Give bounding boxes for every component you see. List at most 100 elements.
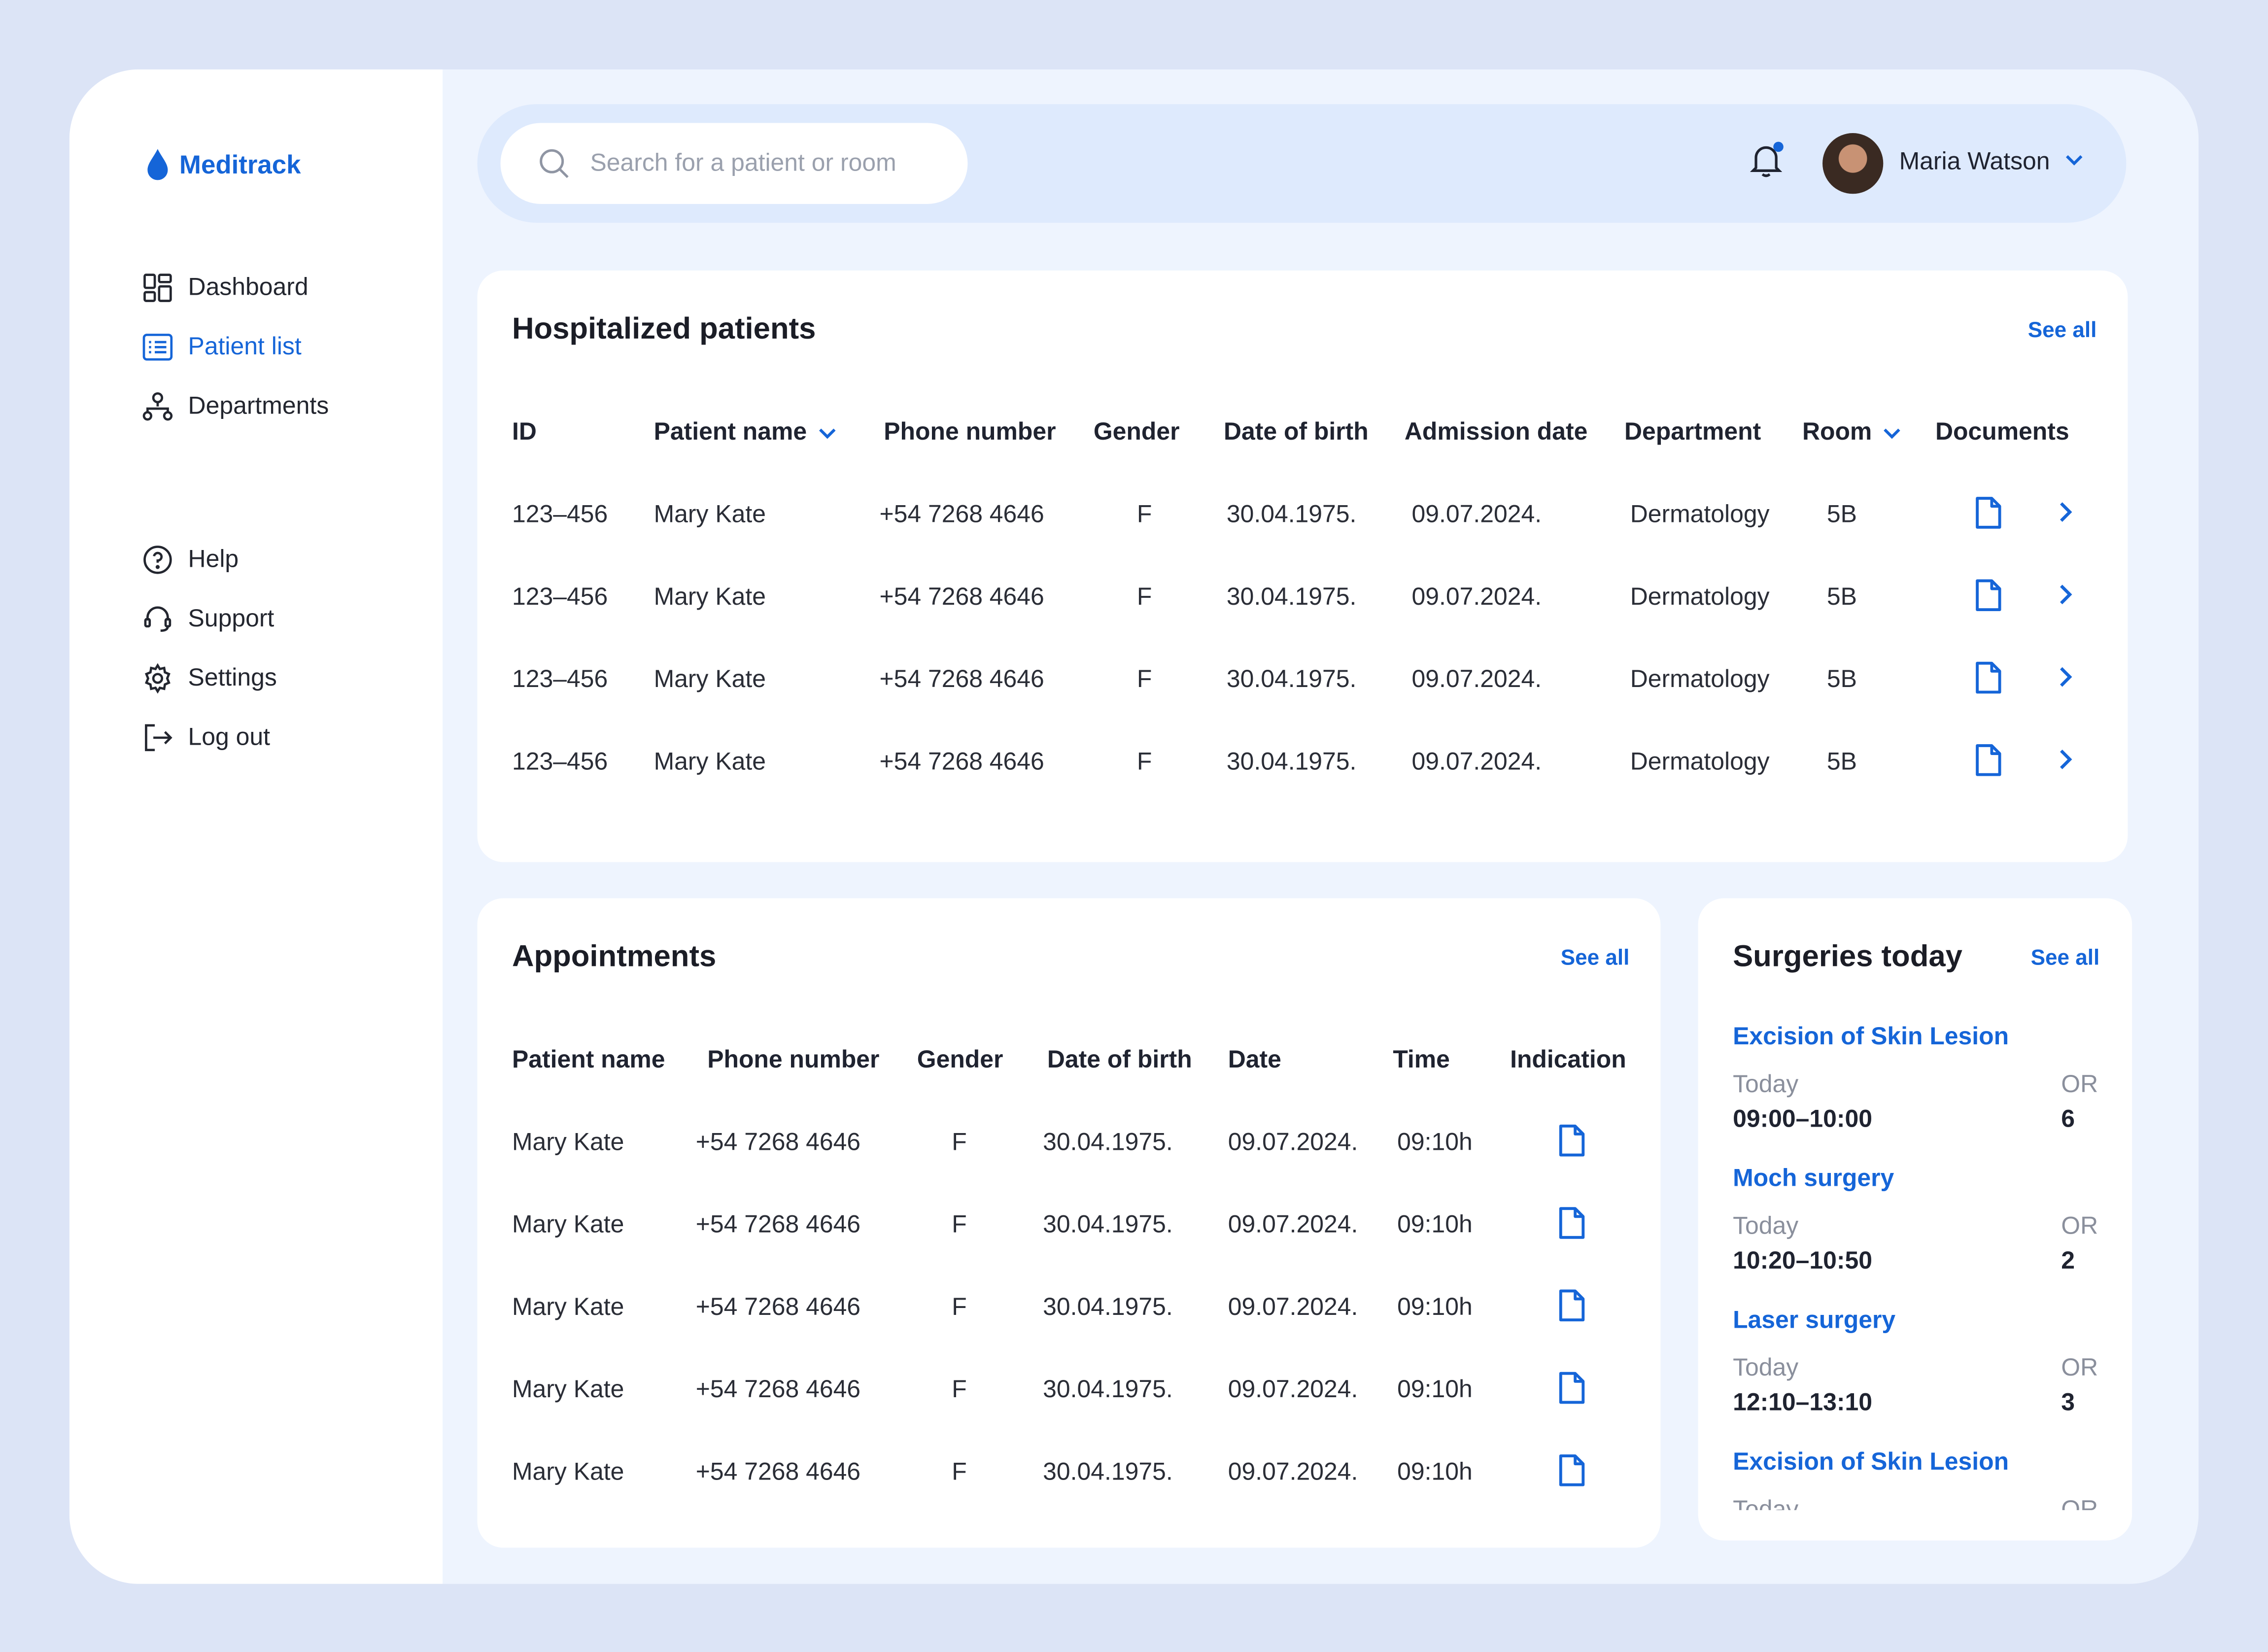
user-name[interactable]: Maria Watson bbox=[1899, 147, 2050, 176]
document-icon[interactable] bbox=[1558, 1124, 1585, 1157]
surgery-name[interactable]: Excision of Skin Lesion bbox=[1733, 1023, 2009, 1052]
column-header-patient-name[interactable]: Patient name bbox=[654, 418, 839, 447]
column-header-label: Patient name bbox=[512, 1045, 665, 1073]
column-header-label: Date of birth bbox=[1047, 1045, 1192, 1073]
search-bar[interactable] bbox=[500, 123, 968, 204]
cell-department: Dermatology bbox=[1630, 500, 1770, 528]
surgery-or-label: OR bbox=[2061, 1354, 2098, 1381]
column-header-admission[interactable]: Admission date bbox=[1405, 418, 1588, 447]
column-header-department[interactable]: Department bbox=[1624, 418, 1761, 447]
document-icon[interactable] bbox=[1974, 661, 2002, 694]
cell-patient-name: Mary Kate bbox=[512, 1293, 624, 1321]
cell-id: 123–456 bbox=[512, 500, 608, 528]
sidebar-item-label: Patient list bbox=[188, 333, 302, 360]
sidebar-item-support[interactable]: Support bbox=[142, 603, 275, 635]
column-header-gender[interactable]: Gender bbox=[917, 1046, 1003, 1075]
surgery-name[interactable]: Excision of Skin Lesion bbox=[1733, 1448, 2009, 1477]
notification-dot bbox=[1773, 141, 1784, 152]
surgeries-today-card: Surgeries today See all Excision of Skin… bbox=[1698, 898, 2132, 1541]
column-header-label: Admission date bbox=[1404, 418, 1588, 446]
help-icon bbox=[143, 546, 172, 574]
column-header-label: Time bbox=[1393, 1045, 1450, 1073]
chevron-right-icon[interactable] bbox=[2057, 665, 2074, 688]
document-icon[interactable] bbox=[1558, 1371, 1585, 1405]
sidebar-item-settings[interactable]: Settings bbox=[142, 662, 277, 694]
card-title: Appointments bbox=[512, 940, 717, 974]
column-header-room[interactable]: Room bbox=[1802, 418, 1904, 447]
cell-date: 09.07.2024. bbox=[1228, 1376, 1358, 1403]
cell-patient-name: Mary Kate bbox=[512, 1210, 624, 1239]
sidebar-item-dashboard[interactable]: Dashboard bbox=[142, 272, 309, 304]
surgery-name[interactable]: Moch surgery bbox=[1733, 1165, 1894, 1194]
sidebar-item-label: Support bbox=[188, 604, 275, 632]
sidebar-item-patient-list[interactable]: Patient list bbox=[142, 331, 302, 363]
surgery-day: Today bbox=[1733, 1495, 1799, 1511]
column-header-gender[interactable]: Gender bbox=[1094, 418, 1180, 447]
column-header-time[interactable]: Time bbox=[1393, 1046, 1450, 1075]
cell-id: 123–456 bbox=[512, 748, 608, 776]
column-header-phone[interactable]: Phone number bbox=[884, 418, 1056, 447]
column-header-phone[interactable]: Phone number bbox=[707, 1046, 879, 1075]
see-all-link[interactable]: See all bbox=[2028, 318, 2097, 343]
cell-time: 09:10h bbox=[1397, 1210, 1473, 1239]
sidebar-item-logout[interactable]: Log out bbox=[142, 722, 270, 754]
surgery-day: Today bbox=[1733, 1354, 1799, 1381]
card-title: Hospitalized patients bbox=[512, 312, 816, 346]
sidebar-item-help[interactable]: Help bbox=[142, 544, 239, 576]
gear-icon bbox=[144, 663, 171, 694]
cell-dob: 30.04.1975. bbox=[1043, 1128, 1173, 1156]
column-header-indication[interactable]: Indication bbox=[1510, 1046, 1626, 1075]
cell-date: 09.07.2024. bbox=[1228, 1293, 1358, 1321]
surgery-or-number: 2 bbox=[2061, 1246, 2075, 1274]
document-icon[interactable] bbox=[1974, 496, 2002, 530]
chevron-right-icon[interactable] bbox=[2057, 500, 2074, 523]
notifications-button[interactable] bbox=[1750, 141, 1784, 185]
logo[interactable]: Meditrack bbox=[144, 147, 301, 182]
column-header-dob[interactable]: Date of birth bbox=[1047, 1046, 1192, 1075]
cell-admission-date: 09.07.2024. bbox=[1411, 500, 1542, 528]
sidebar-item-departments[interactable]: Departments bbox=[142, 390, 329, 422]
cell-phone: +54 7268 4646 bbox=[695, 1210, 861, 1239]
column-header-label: Gender bbox=[917, 1045, 1003, 1073]
cell-dob: 30.04.1975. bbox=[1226, 748, 1357, 776]
chevron-down-icon[interactable] bbox=[2062, 147, 2086, 171]
column-header-id[interactable]: ID bbox=[512, 418, 537, 447]
cell-date: 09.07.2024. bbox=[1228, 1128, 1358, 1156]
see-all-link[interactable]: See all bbox=[2031, 946, 2100, 970]
search-input[interactable] bbox=[587, 147, 940, 179]
cell-room: 5B bbox=[1826, 583, 1857, 611]
column-header-documents[interactable]: Documents bbox=[1935, 418, 2069, 447]
surgery-time: 12:10–13:10 bbox=[1733, 1388, 1873, 1416]
cell-gender: F bbox=[952, 1128, 967, 1156]
cell-phone: +54 7268 4646 bbox=[695, 1293, 861, 1321]
cell-patient-name: Mary Kate bbox=[512, 1458, 624, 1486]
avatar[interactable] bbox=[1822, 133, 1884, 194]
chevron-right-icon[interactable] bbox=[2057, 748, 2074, 771]
document-icon[interactable] bbox=[1558, 1206, 1585, 1240]
cell-dob: 30.04.1975. bbox=[1043, 1458, 1173, 1486]
column-header-patient-name[interactable]: Patient name bbox=[512, 1046, 665, 1075]
column-header-label: Date bbox=[1228, 1045, 1281, 1073]
document-icon[interactable] bbox=[1974, 744, 2002, 777]
cell-phone: +54 7268 4646 bbox=[695, 1376, 861, 1403]
column-header-date[interactable]: Date bbox=[1228, 1046, 1281, 1075]
appointments-card: Appointments See all Patient name Phone … bbox=[477, 898, 1661, 1548]
column-header-label: Indication bbox=[1510, 1045, 1626, 1073]
cell-dob: 30.04.1975. bbox=[1043, 1210, 1173, 1239]
document-icon[interactable] bbox=[1558, 1289, 1585, 1322]
cell-phone: +54 7268 4646 bbox=[879, 583, 1044, 611]
search-icon bbox=[540, 149, 569, 178]
document-icon[interactable] bbox=[1974, 579, 2002, 612]
column-header-dob[interactable]: Date of birth bbox=[1224, 418, 1369, 447]
sidebar-item-label: Settings bbox=[188, 664, 277, 691]
cell-time: 09:10h bbox=[1397, 1376, 1473, 1403]
chevron-down-icon bbox=[819, 428, 835, 439]
cell-patient-name: Mary Kate bbox=[653, 583, 766, 611]
cell-admission-date: 09.07.2024. bbox=[1411, 748, 1542, 776]
column-header-label: Date of birth bbox=[1223, 418, 1369, 446]
column-header-label: ID bbox=[512, 418, 537, 446]
document-icon[interactable] bbox=[1558, 1454, 1585, 1487]
surgery-name[interactable]: Laser surgery bbox=[1733, 1306, 1895, 1335]
chevron-right-icon[interactable] bbox=[2057, 583, 2074, 606]
see-all-link[interactable]: See all bbox=[1561, 946, 1630, 970]
